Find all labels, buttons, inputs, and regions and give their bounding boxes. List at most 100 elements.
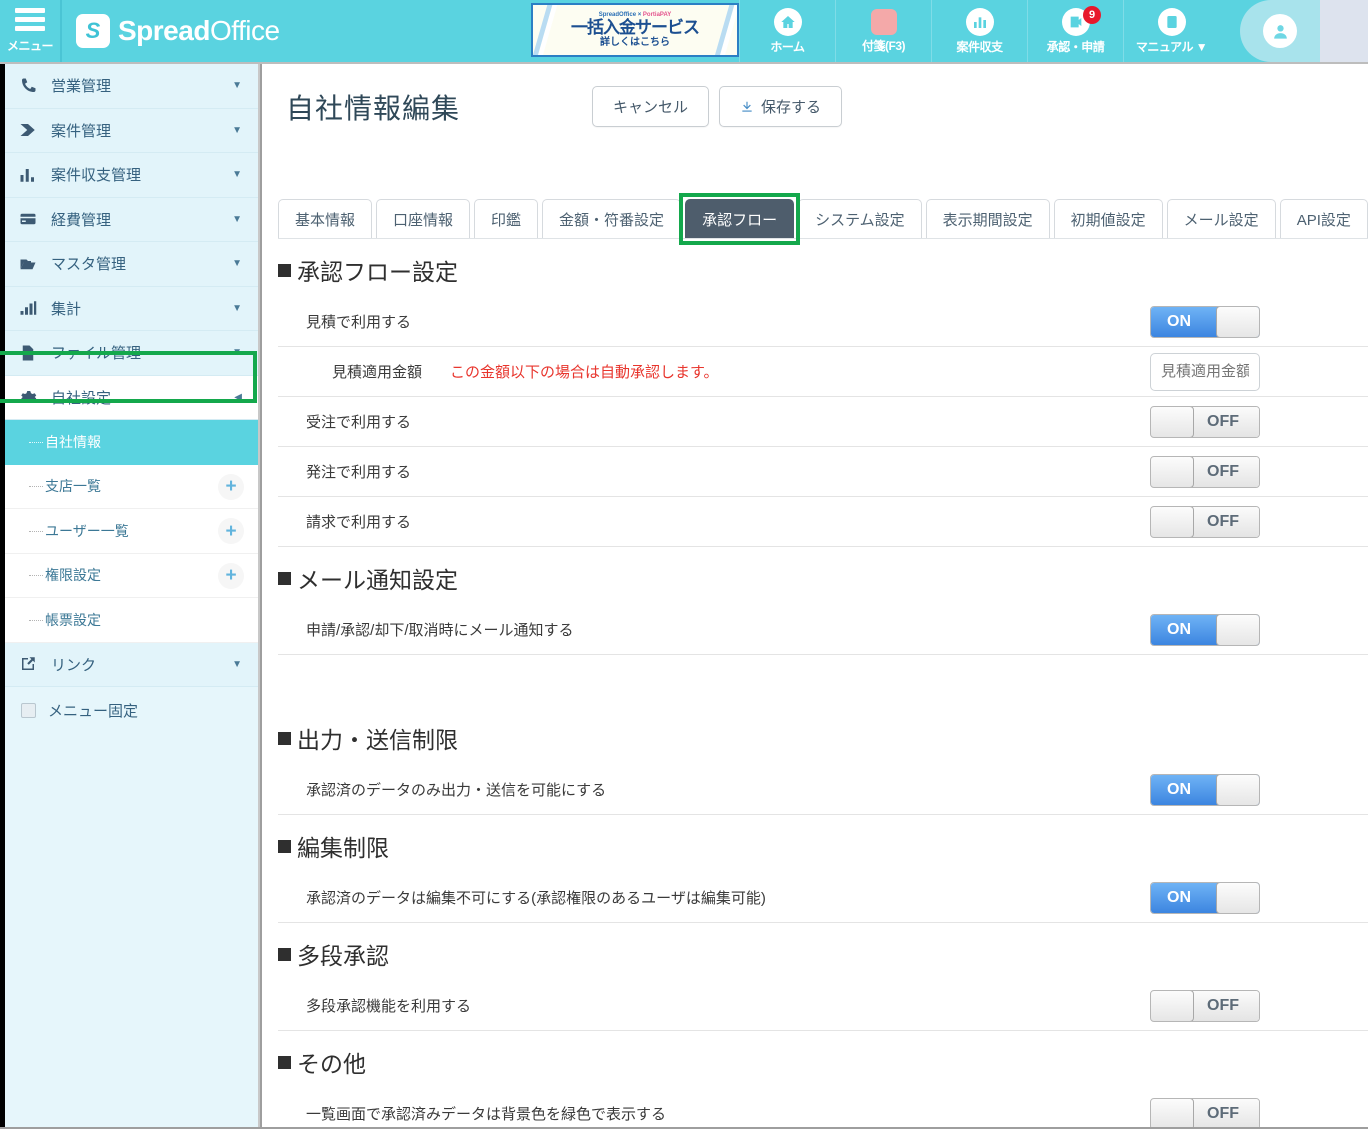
hamburger-menu-button[interactable]: メニュー bbox=[0, 0, 62, 62]
save-button[interactable]: 保存する bbox=[719, 86, 843, 127]
cancel-button[interactable]: キャンセル bbox=[592, 86, 710, 127]
square-bullet-icon bbox=[278, 263, 291, 277]
menu-fix-label: メニュー固定 bbox=[48, 702, 139, 720]
sidebar: 営業管理 ▼ 案件管理 ▼ 案件収支管理 ▼ 経費管理 ▼ マスタ管理 ▼ 集計… bbox=[0, 64, 260, 1127]
setting-row-control: OFF bbox=[1150, 505, 1260, 538]
user-account-button[interactable] bbox=[1240, 0, 1320, 62]
toggle-switch[interactable]: ON bbox=[1150, 881, 1260, 914]
sidebar-item-user-list[interactable]: ユーザー一覧 + bbox=[5, 509, 258, 554]
tag-icon bbox=[19, 121, 45, 139]
credit-card-icon bbox=[19, 210, 45, 228]
quote-threshold-amount-input[interactable] bbox=[1150, 352, 1260, 391]
toggle-knob[interactable] bbox=[1151, 990, 1194, 1021]
sidebar-item-company-info[interactable]: 自社情報 bbox=[5, 420, 258, 465]
sidebar-item-projects[interactable]: 案件管理 ▼ bbox=[5, 108, 258, 153]
settings-tabs: 基本情報 口座情報 印鑑 金額・符番設定 承認フロー システム設定 表示期間設定 初期値設定メ… bbox=[278, 193, 1368, 245]
toggle-knob[interactable] bbox=[1151, 406, 1194, 437]
brand-logo-area[interactable]: S SpreadOffice bbox=[62, 0, 280, 62]
menu-fix-toggle[interactable]: メニュー固定 bbox=[5, 687, 258, 733]
cancel-button-label: キャンセル bbox=[613, 99, 689, 116]
add-branch-plus-icon[interactable]: + bbox=[218, 473, 244, 500]
menu-fix-checkbox[interactable] bbox=[21, 702, 36, 718]
home-icon bbox=[773, 7, 802, 36]
promo-banner[interactable]: SpreadOffice × PortiaPAY 一括入金サービス 詳しくはこち… bbox=[531, 3, 739, 57]
sidebar-item-company-settings[interactable]: 自社設定 ◀ bbox=[5, 375, 258, 420]
settings-content: 承認フロー設定 見積で利用する ON 見積適用金額 この金額以下の場合は自動承認します。… bbox=[262, 239, 1368, 1127]
approval-badge-count: 9 bbox=[1083, 6, 1101, 24]
toggle-switch[interactable]: OFF bbox=[1150, 1097, 1260, 1127]
setting-row-label: 見積で利用する bbox=[306, 314, 412, 331]
toggle-switch[interactable]: OFF bbox=[1150, 989, 1260, 1022]
nav-item-project-balance[interactable]: 案件収支 bbox=[931, 0, 1027, 62]
save-button-label: 保存する bbox=[761, 99, 822, 116]
book-icon bbox=[1157, 7, 1186, 36]
toggle-switch[interactable]: OFF bbox=[1150, 405, 1260, 438]
sidebar-label-expenses: 経費管理 bbox=[51, 211, 112, 229]
setting-row: 見積で利用する ON bbox=[278, 297, 1368, 347]
tab-0[interactable]: 基本情報 bbox=[278, 199, 373, 239]
toggle-knob[interactable] bbox=[1216, 882, 1259, 913]
setting-row-control: OFF bbox=[1150, 1097, 1260, 1127]
sidebar-item-master[interactable]: マスタ管理 ▼ bbox=[5, 242, 258, 287]
tab-4[interactable]: 承認フロー bbox=[685, 199, 795, 239]
toggle-knob[interactable] bbox=[1151, 456, 1194, 487]
nav-label-home: ホーム bbox=[770, 39, 805, 54]
chevron-down-icon: ▼ bbox=[232, 124, 242, 136]
toggle-knob[interactable] bbox=[1151, 506, 1194, 537]
setting-row-label: 承認済のデータは編集不可にする(承認権限のあるユーザは編集可能) bbox=[306, 890, 766, 907]
square-bullet-icon bbox=[278, 1055, 291, 1069]
tab-9[interactable]: API設定 bbox=[1279, 199, 1368, 239]
toggle-switch[interactable]: OFF bbox=[1150, 455, 1260, 488]
sidebar-label-projects: 案件管理 bbox=[51, 122, 112, 140]
toggle-knob[interactable] bbox=[1216, 774, 1259, 805]
sidebar-item-files[interactable]: ファイル管理 ▼ bbox=[5, 331, 258, 376]
page-header: 自社情報編集 キャンセル 保存する bbox=[262, 64, 1368, 127]
sidebar-item-expenses[interactable]: 経費管理 ▼ bbox=[5, 197, 258, 242]
nav-item-home[interactable]: ホーム bbox=[739, 0, 835, 62]
toggle-knob[interactable] bbox=[1216, 306, 1259, 337]
square-bullet-icon bbox=[278, 731, 291, 745]
add-user-plus-icon[interactable]: + bbox=[218, 518, 244, 544]
sidebar-item-links[interactable]: リンク ▼ bbox=[5, 642, 258, 687]
toggle-knob[interactable] bbox=[1216, 614, 1259, 645]
section-title: その他 bbox=[297, 1051, 366, 1077]
toggle-switch[interactable]: OFF bbox=[1150, 505, 1260, 538]
tab-1[interactable]: 口座情報 bbox=[376, 199, 471, 239]
app-root: メニュー S SpreadOffice SpreadOffice × Porti… bbox=[0, 0, 1368, 1129]
add-permission-plus-icon[interactable]: + bbox=[218, 562, 244, 589]
nav-item-sticky-note[interactable]: 付箋(F3) bbox=[835, 0, 931, 62]
tab-5[interactable]: システム設定 bbox=[798, 199, 922, 239]
setting-row-control: OFF bbox=[1150, 455, 1260, 488]
tab-7[interactable]: 初期値設定 bbox=[1053, 199, 1163, 239]
top-header: メニュー S SpreadOffice SpreadOffice × Porti… bbox=[0, 0, 1368, 64]
setting-row-control bbox=[1150, 352, 1260, 391]
tree-dash bbox=[29, 486, 43, 488]
sidebar-item-branch-list[interactable]: 支店一覧 + bbox=[5, 465, 258, 509]
toggle-switch[interactable]: ON bbox=[1150, 773, 1260, 806]
nav-label-manual: マニュアル ▼ bbox=[1135, 39, 1208, 54]
toggle-switch[interactable]: ON bbox=[1150, 305, 1260, 338]
tab-3[interactable]: 金額・符番設定 bbox=[542, 199, 682, 239]
sidebar-item-sales[interactable]: 営業管理 ▼ bbox=[5, 64, 258, 109]
chevron-down-icon: ▼ bbox=[232, 80, 242, 92]
sidebar-item-form-settings[interactable]: 帳票設定 bbox=[5, 598, 258, 643]
setting-row: 承認済のデータは編集不可にする(承認権限のあるユーザは編集可能) ON bbox=[278, 873, 1368, 923]
sidebar-item-permission-settings[interactable]: 権限設定 + bbox=[5, 554, 258, 598]
sidebar-item-aggregation[interactable]: 集計 ▼ bbox=[5, 286, 258, 331]
setting-row: 承認済のデータのみ出力・送信を可能にする ON bbox=[278, 765, 1368, 815]
chevron-left-icon: ◀ bbox=[234, 391, 242, 403]
analytics-icon bbox=[19, 299, 45, 317]
toggle-switch[interactable]: ON bbox=[1150, 613, 1260, 646]
tab-8[interactable]: メール設定 bbox=[1166, 199, 1276, 239]
nav-item-approval[interactable]: 9 承認・申請 bbox=[1027, 0, 1123, 62]
tab-6[interactable]: 表示期間設定 bbox=[925, 199, 1050, 239]
sidebar-label-permission-settings: 権限設定 bbox=[45, 567, 101, 584]
sidebar-item-project-balance[interactable]: 案件収支管理 ▼ bbox=[5, 153, 258, 198]
sidebar-label-files: ファイル管理 bbox=[51, 345, 142, 363]
section-title: 編集制限 bbox=[297, 835, 389, 861]
toggle-knob[interactable] bbox=[1151, 1098, 1194, 1127]
setting-row: 受注で利用する OFF bbox=[278, 397, 1368, 447]
nav-item-manual[interactable]: マニュアル ▼ bbox=[1123, 0, 1219, 62]
tab-2[interactable]: 印鑑 bbox=[474, 199, 539, 239]
sidebar-label-company-settings: 自社設定 bbox=[51, 389, 112, 407]
